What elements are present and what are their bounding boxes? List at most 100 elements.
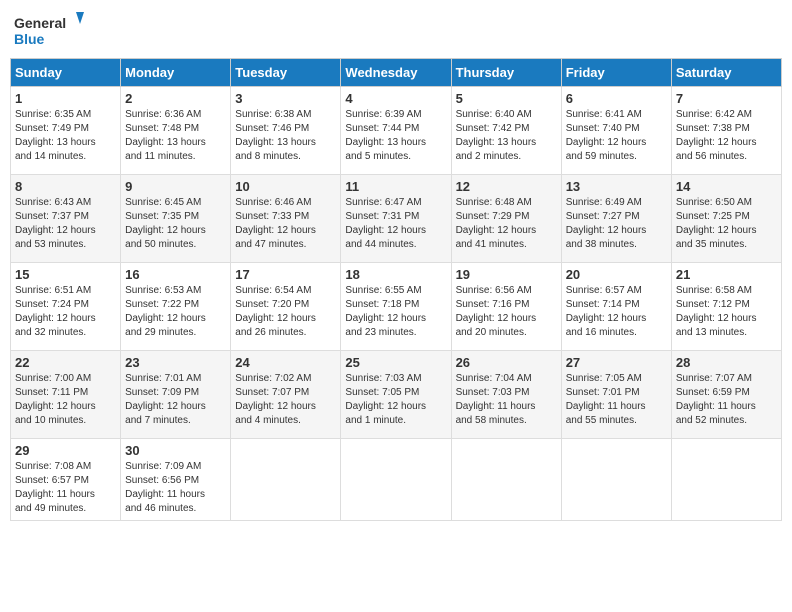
calendar-cell: 5 Sunrise: 6:40 AMSunset: 7:42 PMDaylight… xyxy=(451,87,561,175)
header-cell-friday: Friday xyxy=(561,59,671,87)
day-number: 3 xyxy=(235,91,336,106)
day-number: 22 xyxy=(15,355,116,370)
calendar-cell: 29Sunrise: 7:08 AMSunset: 6:57 PMDayligh… xyxy=(11,439,121,521)
cell-text: Sunrise: 7:02 AMSunset: 7:07 PMDaylight:… xyxy=(235,372,336,428)
day-number: 25 xyxy=(345,355,446,370)
cell-text: Sunrise: 6:54 AMSunset: 7:20 PMDaylight:… xyxy=(235,284,336,340)
calendar-cell: 13 Sunrise: 6:49 AMSunset: 7:27 PMDayligh… xyxy=(561,175,671,263)
svg-text:General: General xyxy=(14,15,66,31)
calendar-cell: 24 Sunrise: 7:02 AMSunset: 7:07 PMDayligh… xyxy=(231,351,341,439)
day-number: 4 xyxy=(345,91,446,106)
week-row-4: 22 Sunrise: 7:00 AMSunset: 7:11 PMDayligh… xyxy=(11,351,782,439)
day-number: 21 xyxy=(676,267,777,282)
header-cell-wednesday: Wednesday xyxy=(341,59,451,87)
day-number: 11 xyxy=(345,179,446,194)
calendar-body: 1 Sunrise: 6:35 AMSunset: 7:49 PMDaylight… xyxy=(11,87,782,521)
day-number: 20 xyxy=(566,267,667,282)
calendar-cell xyxy=(231,439,341,521)
calendar-cell: 30Sunrise: 7:09 AMSunset: 6:56 PMDayligh… xyxy=(121,439,231,521)
cell-text: Sunrise: 6:50 AMSunset: 7:25 PMDaylight:… xyxy=(676,196,777,252)
header-cell-sunday: Sunday xyxy=(11,59,121,87)
header-cell-monday: Monday xyxy=(121,59,231,87)
week-row-1: 1 Sunrise: 6:35 AMSunset: 7:49 PMDaylight… xyxy=(11,87,782,175)
cell-text: Sunrise: 6:43 AMSunset: 7:37 PMDaylight:… xyxy=(15,196,116,252)
header-cell-tuesday: Tuesday xyxy=(231,59,341,87)
calendar-cell: 19 Sunrise: 6:56 AMSunset: 7:16 PMDayligh… xyxy=(451,263,561,351)
cell-text: Sunrise: 7:04 AMSunset: 7:03 PMDaylight:… xyxy=(456,372,557,428)
svg-text:Blue: Blue xyxy=(14,31,45,47)
calendar-cell: 11 Sunrise: 6:47 AMSunset: 7:31 PMDayligh… xyxy=(341,175,451,263)
cell-text: Sunrise: 6:40 AMSunset: 7:42 PMDaylight:… xyxy=(456,108,557,164)
day-number: 29 xyxy=(15,443,116,458)
day-number: 26 xyxy=(456,355,557,370)
cell-text: Sunrise: 6:39 AMSunset: 7:44 PMDaylight:… xyxy=(345,108,446,164)
cell-text: Sunrise: 6:46 AMSunset: 7:33 PMDaylight:… xyxy=(235,196,336,252)
calendar-cell xyxy=(561,439,671,521)
day-number: 19 xyxy=(456,267,557,282)
cell-text: Sunrise: 7:03 AMSunset: 7:05 PMDaylight:… xyxy=(345,372,446,428)
calendar-cell: 20Sunrise: 6:57 AMSunset: 7:14 PMDayligh… xyxy=(561,263,671,351)
calendar-cell: 14 Sunrise: 6:50 AMSunset: 7:25 PMDayligh… xyxy=(671,175,781,263)
header-cell-saturday: Saturday xyxy=(671,59,781,87)
calendar-cell: 3Sunrise: 6:38 AMSunset: 7:46 PMDaylight… xyxy=(231,87,341,175)
calendar-cell xyxy=(341,439,451,521)
cell-text: Sunrise: 7:05 AMSunset: 7:01 PMDaylight:… xyxy=(566,372,667,428)
day-number: 18 xyxy=(345,267,446,282)
day-number: 2 xyxy=(125,91,226,106)
cell-text: Sunrise: 6:35 AMSunset: 7:49 PMDaylight:… xyxy=(15,108,116,164)
calendar-cell: 28Sunrise: 7:07 AMSunset: 6:59 PMDayligh… xyxy=(671,351,781,439)
calendar-cell: 8 Sunrise: 6:43 AMSunset: 7:37 PMDaylight… xyxy=(11,175,121,263)
day-number: 15 xyxy=(15,267,116,282)
cell-text: Sunrise: 7:09 AMSunset: 6:56 PMDaylight:… xyxy=(125,460,226,516)
week-row-5: 29Sunrise: 7:08 AMSunset: 6:57 PMDayligh… xyxy=(11,439,782,521)
day-number: 28 xyxy=(676,355,777,370)
calendar-cell: 21 Sunrise: 6:58 AMSunset: 7:12 PMDayligh… xyxy=(671,263,781,351)
page-header: General Blue xyxy=(10,10,782,50)
calendar-cell: 17 Sunrise: 6:54 AMSunset: 7:20 PMDayligh… xyxy=(231,263,341,351)
day-number: 24 xyxy=(235,355,336,370)
day-number: 16 xyxy=(125,267,226,282)
logo-svg: General Blue xyxy=(14,10,84,50)
calendar-cell: 6 Sunrise: 6:41 AMSunset: 7:40 PMDaylight… xyxy=(561,87,671,175)
week-row-2: 8 Sunrise: 6:43 AMSunset: 7:37 PMDaylight… xyxy=(11,175,782,263)
day-number: 13 xyxy=(566,179,667,194)
day-number: 14 xyxy=(676,179,777,194)
day-number: 9 xyxy=(125,179,226,194)
logo: General Blue xyxy=(14,10,84,50)
calendar-header: SundayMondayTuesdayWednesdayThursdayFrid… xyxy=(11,59,782,87)
calendar-table: SundayMondayTuesdayWednesdayThursdayFrid… xyxy=(10,58,782,521)
day-number: 7 xyxy=(676,91,777,106)
calendar-cell: 9 Sunrise: 6:45 AMSunset: 7:35 PMDaylight… xyxy=(121,175,231,263)
day-number: 17 xyxy=(235,267,336,282)
calendar-cell: 7Sunrise: 6:42 AMSunset: 7:38 PMDaylight… xyxy=(671,87,781,175)
day-number: 10 xyxy=(235,179,336,194)
day-number: 12 xyxy=(456,179,557,194)
cell-text: Sunrise: 6:47 AMSunset: 7:31 PMDaylight:… xyxy=(345,196,446,252)
day-number: 5 xyxy=(456,91,557,106)
day-number: 1 xyxy=(15,91,116,106)
cell-text: Sunrise: 6:49 AMSunset: 7:27 PMDaylight:… xyxy=(566,196,667,252)
calendar-cell: 27Sunrise: 7:05 AMSunset: 7:01 PMDayligh… xyxy=(561,351,671,439)
cell-text: Sunrise: 6:58 AMSunset: 7:12 PMDaylight:… xyxy=(676,284,777,340)
day-number: 8 xyxy=(15,179,116,194)
week-row-3: 15 Sunrise: 6:51 AMSunset: 7:24 PMDayligh… xyxy=(11,263,782,351)
calendar-cell: 16 Sunrise: 6:53 AMSunset: 7:22 PMDayligh… xyxy=(121,263,231,351)
cell-text: Sunrise: 6:55 AMSunset: 7:18 PMDaylight:… xyxy=(345,284,446,340)
calendar-cell: 1 Sunrise: 6:35 AMSunset: 7:49 PMDaylight… xyxy=(11,87,121,175)
cell-text: Sunrise: 6:56 AMSunset: 7:16 PMDaylight:… xyxy=(456,284,557,340)
cell-text: Sunrise: 6:41 AMSunset: 7:40 PMDaylight:… xyxy=(566,108,667,164)
cell-text: Sunrise: 6:45 AMSunset: 7:35 PMDaylight:… xyxy=(125,196,226,252)
day-number: 23 xyxy=(125,355,226,370)
header-cell-thursday: Thursday xyxy=(451,59,561,87)
calendar-cell: 2 Sunrise: 6:36 AMSunset: 7:48 PMDaylight… xyxy=(121,87,231,175)
day-number: 6 xyxy=(566,91,667,106)
cell-text: Sunrise: 7:00 AMSunset: 7:11 PMDaylight:… xyxy=(15,372,116,428)
calendar-cell: 26 Sunrise: 7:04 AMSunset: 7:03 PMDayligh… xyxy=(451,351,561,439)
header-row: SundayMondayTuesdayWednesdayThursdayFrid… xyxy=(11,59,782,87)
cell-text: Sunrise: 6:51 AMSunset: 7:24 PMDaylight:… xyxy=(15,284,116,340)
cell-text: Sunrise: 6:36 AMSunset: 7:48 PMDaylight:… xyxy=(125,108,226,164)
calendar-cell: 25 Sunrise: 7:03 AMSunset: 7:05 PMDayligh… xyxy=(341,351,451,439)
cell-text: Sunrise: 6:53 AMSunset: 7:22 PMDaylight:… xyxy=(125,284,226,340)
calendar-cell: 4 Sunrise: 6:39 AMSunset: 7:44 PMDaylight… xyxy=(341,87,451,175)
calendar-cell: 18 Sunrise: 6:55 AMSunset: 7:18 PMDayligh… xyxy=(341,263,451,351)
